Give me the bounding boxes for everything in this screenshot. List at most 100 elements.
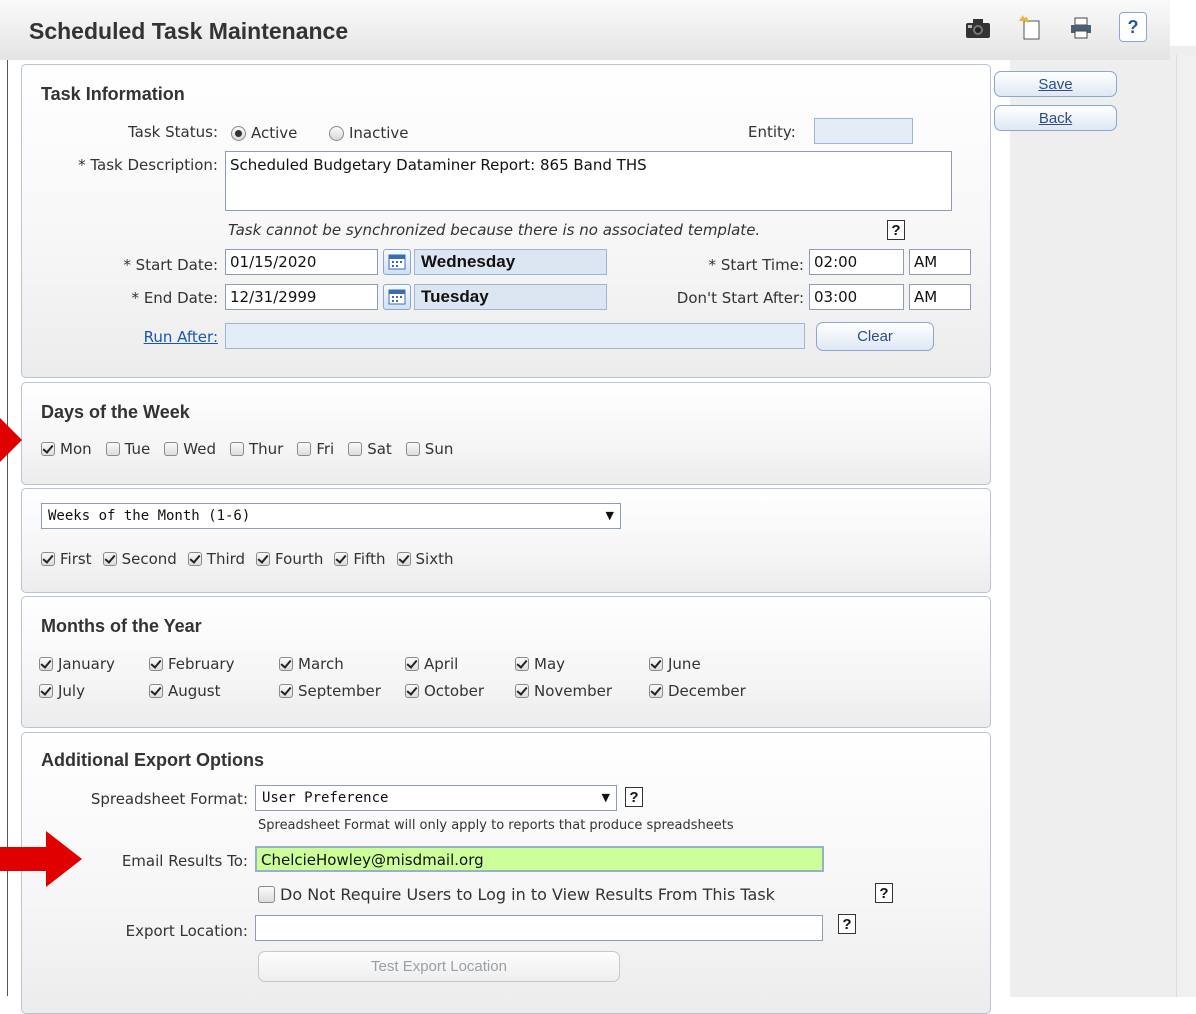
- month-label: November: [534, 682, 613, 700]
- checkbox-icon: [649, 684, 663, 698]
- checkbox-icon: [149, 657, 163, 671]
- sync-help-icon[interactable]: ?: [887, 220, 905, 240]
- back-label: Back: [1038, 109, 1073, 127]
- status-active-radio[interactable]: Active: [231, 124, 297, 142]
- export-location-help-icon[interactable]: ?: [838, 914, 856, 934]
- end-date-field[interactable]: 12/31/2999: [225, 284, 378, 310]
- right-gutter: [1010, 46, 1196, 997]
- checkbox-icon: [515, 684, 529, 698]
- month-april-checkbox[interactable]: April: [405, 655, 515, 673]
- week-second-checkbox[interactable]: Second: [102, 550, 177, 568]
- start-time-field[interactable]: 02:00: [809, 249, 904, 275]
- recurrence-type-select[interactable]: Weeks of the Month (1-6) ▼: [41, 503, 621, 529]
- checkbox-icon: [515, 657, 529, 671]
- day-label: Thur: [248, 440, 284, 458]
- dont-start-after-field[interactable]: 03:00: [809, 284, 904, 310]
- month-july-checkbox[interactable]: July: [39, 682, 149, 700]
- new-document-icon[interactable]: [1014, 12, 1048, 44]
- help-icon[interactable]: ?: [1119, 12, 1147, 42]
- entity-field[interactable]: [814, 118, 913, 144]
- week-third-checkbox[interactable]: Third: [187, 550, 245, 568]
- start-date-label: * Start Date:: [123, 256, 218, 274]
- checkbox-icon: [279, 684, 293, 698]
- month-november-checkbox[interactable]: November: [515, 682, 649, 700]
- back-button[interactable]: Back: [994, 105, 1117, 131]
- test-export-location-button[interactable]: Test Export Location: [258, 951, 620, 982]
- start-time-ampm-field[interactable]: AM: [909, 249, 971, 275]
- print-icon[interactable]: [1064, 12, 1098, 44]
- month-december-checkbox[interactable]: December: [649, 682, 769, 700]
- checkbox-icon: [149, 684, 163, 698]
- spreadsheet-format-help-icon[interactable]: ?: [625, 787, 643, 807]
- run-after-field[interactable]: [225, 323, 805, 349]
- end-date-calendar-icon[interactable]: [383, 284, 411, 310]
- month-june-checkbox[interactable]: June: [649, 655, 769, 673]
- week-fourth-checkbox[interactable]: Fourth: [256, 550, 323, 568]
- page-title: Scheduled Task Maintenance: [29, 18, 349, 44]
- export-location-field[interactable]: [255, 915, 823, 941]
- day-sun-checkbox[interactable]: Sun: [405, 440, 453, 458]
- month-september-checkbox[interactable]: September: [279, 682, 405, 700]
- task-description-label: * Task Description:: [78, 156, 218, 174]
- month-label: July: [58, 682, 85, 700]
- month-march-checkbox[interactable]: March: [279, 655, 405, 673]
- checkbox-icon: [334, 552, 349, 566]
- day-fri-checkbox[interactable]: Fri: [297, 440, 334, 458]
- month-october-checkbox[interactable]: October: [405, 682, 515, 700]
- month-august-checkbox[interactable]: August: [149, 682, 279, 700]
- checkbox-icon: [41, 552, 55, 566]
- start-day-display: Wednesday: [414, 249, 607, 275]
- month-label: April: [424, 655, 459, 673]
- checkbox-icon: [297, 442, 312, 456]
- checkbox-icon: [649, 657, 663, 671]
- entity-label: Entity:: [748, 123, 796, 141]
- save-button[interactable]: Save: [994, 71, 1117, 97]
- day-sat-checkbox[interactable]: Sat: [348, 440, 392, 458]
- month-february-checkbox[interactable]: February: [149, 655, 279, 673]
- status-inactive-radio[interactable]: Inactive: [329, 124, 409, 142]
- start-time-label: * Start Time:: [708, 256, 804, 274]
- export-options-title: Additional Export Options: [41, 750, 264, 770]
- dropdown-arrow-icon: ▼: [601, 791, 610, 804]
- checkbox-icon: [256, 552, 271, 566]
- start-date-calendar-icon[interactable]: [383, 249, 411, 275]
- clear-button[interactable]: Clear: [816, 322, 934, 351]
- spreadsheet-format-note: Spreadsheet Format will only apply to re…: [258, 818, 734, 833]
- week-sixth-checkbox[interactable]: Sixth: [396, 550, 453, 568]
- spreadsheet-format-select[interactable]: User Preference ▼: [255, 785, 617, 811]
- start-date-field[interactable]: 01/15/2020: [225, 249, 378, 275]
- weeks-checkbox-row: First Second Third Fourth Fifth Sixth: [41, 550, 453, 568]
- week-first-checkbox[interactable]: First: [41, 550, 92, 568]
- month-january-checkbox[interactable]: January: [39, 655, 149, 673]
- spreadsheet-format-value: User Preference: [262, 790, 389, 806]
- day-thur-checkbox[interactable]: Thur: [229, 440, 284, 458]
- day-wed-checkbox[interactable]: Wed: [164, 440, 216, 458]
- month-label: December: [668, 682, 746, 700]
- camera-icon[interactable]: [961, 12, 995, 44]
- dont-start-ampm-field[interactable]: AM: [909, 284, 971, 310]
- checkbox-icon: [187, 552, 202, 566]
- month-may-checkbox[interactable]: May: [515, 655, 649, 673]
- month-label: June: [668, 655, 701, 673]
- run-after-link[interactable]: Run After:: [100, 328, 218, 346]
- checkbox-icon: [102, 552, 117, 566]
- no-login-checkbox[interactable]: Do Not Require Users to Log in to View R…: [258, 885, 775, 904]
- checkbox-icon: [39, 657, 53, 671]
- task-status-label: Task Status:: [128, 123, 218, 141]
- save-label: Save: [1038, 75, 1073, 93]
- recurrence-type-value: Weeks of the Month (1-6): [48, 508, 251, 524]
- checkbox-icon: [229, 442, 244, 456]
- end-date-label: * End Date:: [131, 289, 218, 307]
- task-description-textarea[interactable]: Scheduled Budgetary Dataminer Report: 86…: [225, 151, 952, 211]
- month-label: January: [58, 655, 115, 673]
- day-tue-checkbox[interactable]: Tue: [105, 440, 150, 458]
- months-checkbox-grid: January February March April May June Ju…: [39, 655, 769, 700]
- week-label: Second: [121, 550, 177, 568]
- email-results-field[interactable]: ChelcieHowley@misdmail.org: [255, 846, 824, 872]
- day-mon-checkbox[interactable]: Mon: [41, 440, 92, 458]
- week-fifth-checkbox[interactable]: Fifth: [334, 550, 386, 568]
- checkbox-icon: [396, 552, 411, 566]
- vertical-scrollbar[interactable]: [1176, 55, 1196, 997]
- no-login-help-icon[interactable]: ?: [875, 883, 893, 903]
- checkbox-icon: [405, 684, 419, 698]
